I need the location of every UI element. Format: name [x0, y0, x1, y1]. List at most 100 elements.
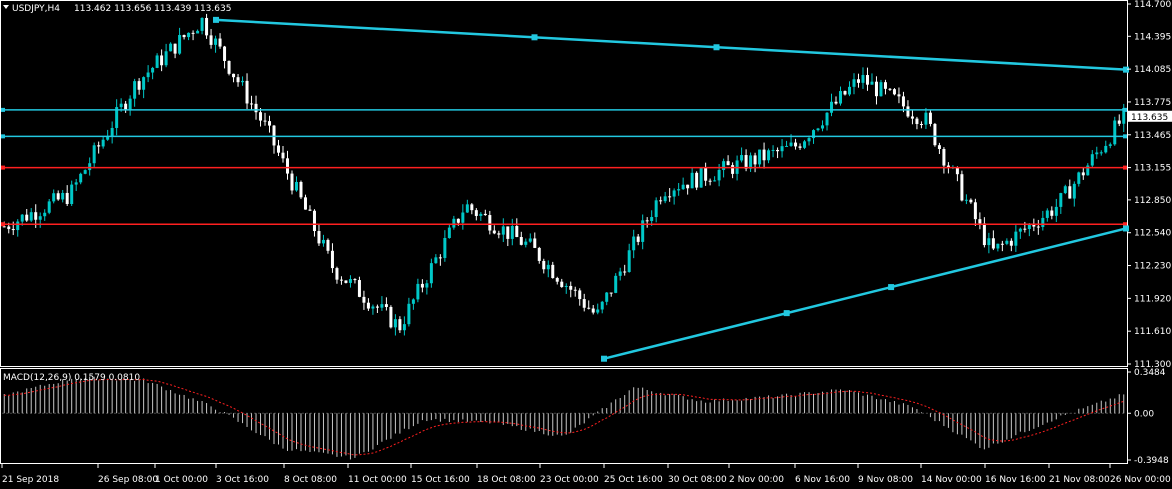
candle-body — [528, 238, 532, 242]
candle-body — [97, 145, 101, 147]
candle-body — [312, 210, 316, 232]
candle-body — [969, 199, 973, 203]
candle-body — [780, 146, 784, 152]
time-tick-label: 9 Nov 08:00 — [858, 475, 913, 485]
candle-body — [92, 145, 96, 164]
candle-body — [982, 223, 986, 246]
candle-body — [281, 152, 285, 159]
candle-body — [398, 319, 402, 331]
candle-body — [555, 278, 559, 282]
candle-body — [25, 214, 29, 221]
candle-body — [883, 82, 887, 89]
candle-body — [1005, 240, 1009, 244]
time-tick-label: 15 Oct 16:00 — [411, 475, 470, 485]
candle-body — [344, 280, 348, 283]
candle-body — [7, 226, 11, 230]
price-tick-label: 111.920 — [1134, 294, 1171, 304]
level-anchor-handle[interactable] — [1123, 107, 1127, 112]
candle-body — [731, 165, 735, 174]
candle-body — [434, 257, 438, 264]
candle-body — [591, 308, 595, 313]
candle-body — [119, 103, 123, 108]
level-anchor-handle[interactable] — [1123, 165, 1127, 170]
candle-body — [56, 193, 60, 200]
candle-body — [1054, 206, 1058, 216]
candle-body — [1018, 228, 1022, 232]
price-panel[interactable] — [0, 0, 1128, 367]
candle-body — [407, 303, 411, 325]
candle-body — [704, 167, 708, 181]
trendline-anchor-handle[interactable] — [531, 34, 538, 41]
time-tick-label: 26 Sep 08:00 — [98, 475, 158, 485]
level-anchor-handle[interactable] — [1123, 134, 1127, 139]
candle-body — [29, 212, 33, 221]
candle-body — [785, 145, 789, 147]
candle-body — [461, 212, 465, 223]
candle-body — [650, 217, 654, 222]
trading-chart[interactable]: 114.700 114.395 114.085 113.775 113.465 113.1… — [0, 0, 1172, 489]
candle-body — [1104, 145, 1108, 153]
macd-panel[interactable] — [0, 368, 1128, 464]
candle-body — [214, 38, 218, 45]
candle-body — [668, 196, 672, 198]
candle-body — [1050, 210, 1054, 216]
candle-body — [618, 271, 622, 276]
trendline-anchor-handle[interactable] — [1123, 225, 1129, 232]
candle-body — [919, 123, 923, 125]
candle-body — [767, 150, 771, 161]
ohlc-readout: 113.462 113.656 113.439 113.635 — [74, 4, 231, 14]
trendline-anchor-handle[interactable] — [783, 310, 790, 317]
candle-body — [371, 306, 375, 309]
trendline-anchor-handle[interactable] — [213, 16, 219, 23]
candle-body — [173, 43, 177, 54]
candle-body — [564, 285, 568, 287]
time-tick-label: 25 Oct 16:00 — [604, 475, 663, 485]
macd-tick-label: 0.3484 — [1134, 368, 1166, 378]
level-anchor-handle[interactable] — [1, 107, 5, 112]
candle-body — [915, 118, 919, 124]
candle-body — [492, 230, 496, 234]
price-tick-label: 111.610 — [1134, 327, 1171, 337]
trendline-anchor-handle[interactable] — [888, 284, 895, 291]
level-anchor-handle[interactable] — [1, 222, 5, 227]
candle-body — [317, 231, 321, 244]
candle-body — [393, 319, 397, 328]
price-tick-label: 112.230 — [1134, 262, 1171, 272]
candle-body — [254, 103, 258, 113]
trendline-anchor-handle[interactable] — [1123, 66, 1129, 73]
chart-header: USDJPY,H4 113.462 113.656 113.439 113.63… — [3, 4, 231, 14]
candle-body — [353, 279, 357, 281]
candle-body — [178, 35, 182, 54]
time-tick-label: 16 Nov 16:00 — [985, 475, 1046, 485]
candle-body — [1081, 172, 1085, 176]
candle-body — [870, 81, 874, 85]
price-tick-label: 114.395 — [1134, 32, 1171, 42]
candle-body — [209, 35, 213, 45]
candle-body — [308, 209, 312, 211]
trendline-anchor-handle[interactable] — [713, 44, 720, 51]
candle-body — [263, 120, 267, 122]
candle-body — [856, 79, 860, 83]
candle-body — [937, 145, 941, 149]
candle-body — [11, 229, 15, 231]
time-tick-label: 26 Nov 00:00 — [1110, 475, 1171, 485]
candle-body — [717, 169, 721, 181]
candle-body — [277, 145, 281, 153]
candle-body — [861, 75, 865, 83]
candle-body — [38, 216, 42, 220]
candle-body — [1077, 172, 1081, 184]
candle-body — [155, 55, 159, 68]
candle-body — [137, 81, 141, 90]
level-anchor-handle[interactable] — [1, 165, 5, 170]
candle-body — [348, 279, 352, 283]
candle-body — [321, 239, 325, 244]
macd-tick-label: -0.3948 — [1134, 456, 1169, 466]
candle-body — [79, 173, 83, 183]
trendline-anchor-handle[interactable] — [601, 355, 607, 362]
candle-body — [501, 226, 505, 235]
candle-body — [839, 91, 843, 104]
candle-body — [250, 103, 254, 105]
candle-body — [515, 226, 519, 238]
level-anchor-handle[interactable] — [1, 134, 5, 139]
price-tick-label: 112.540 — [1134, 229, 1171, 239]
